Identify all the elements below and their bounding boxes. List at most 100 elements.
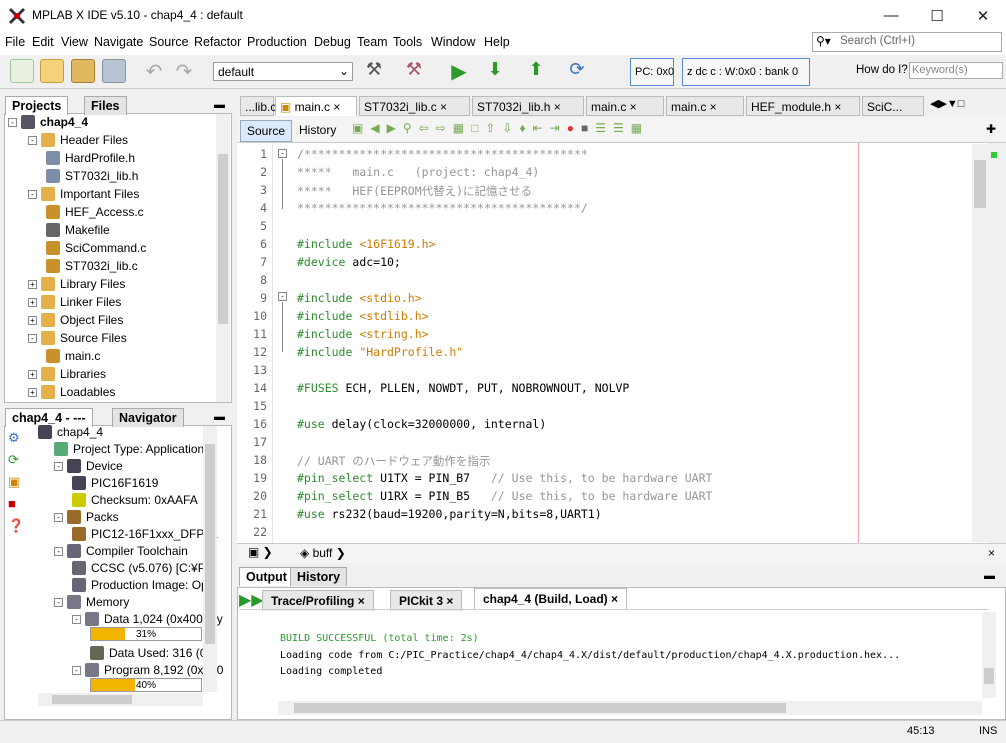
project-tree-item[interactable]: Makefile <box>46 221 110 239</box>
howdoi-input[interactable]: Keyword(s) <box>909 62 1003 79</box>
collapse-icon[interactable]: - <box>54 597 63 607</box>
fold-toggle-icon[interactable]: - <box>278 149 287 158</box>
selection-icon[interactable]: □ <box>471 121 478 139</box>
find-prev-icon[interactable]: ⇦ <box>419 121 429 139</box>
shift-left-icon[interactable]: ⇤ <box>533 121 543 139</box>
editor-tab[interactable]: ST7032i_lib.c × <box>359 96 470 116</box>
chip-info-icon[interactable]: ▣ <box>8 474 28 492</box>
back-icon[interactable]: ◀ <box>370 121 379 139</box>
undo-icon[interactable]: ↶ <box>142 59 166 83</box>
editor-tab[interactable]: SciC... <box>862 96 924 116</box>
project-tree-item[interactable]: ST7032i_lib.h <box>46 167 138 185</box>
project-tree-item[interactable]: ST7032i_lib.c <box>46 257 138 275</box>
program-device-icon[interactable]: ⬇ <box>483 59 507 83</box>
toggle-highlight-icon[interactable]: ▦ <box>453 121 464 139</box>
editor-tab[interactable]: ST7032i_lib.h × <box>472 96 584 116</box>
dashboard-item[interactable]: - Packs <box>54 508 119 526</box>
expand-icon[interactable]: - <box>28 333 37 343</box>
project-tree-item[interactable]: + Library Files <box>28 275 125 293</box>
dashboard-item[interactable]: Production Image: Opt <box>72 576 211 594</box>
menu-file[interactable]: File <box>5 35 25 49</box>
project-tree-item[interactable]: - Header Files <box>28 131 128 149</box>
forward-icon[interactable]: ▶ <box>387 121 396 139</box>
project-tree-item[interactable]: HEF_Access.c <box>46 203 144 221</box>
clean-build-icon[interactable]: ⚒ <box>402 59 426 83</box>
project-tree-item[interactable]: - Important Files <box>28 185 139 203</box>
project-tree-item[interactable]: + Linker Files <box>28 293 121 311</box>
menu-edit[interactable]: Edit <box>32 35 54 49</box>
project-tree-item[interactable]: + Object Files <box>28 311 123 329</box>
project-root[interactable]: - chap4_4 <box>8 113 88 131</box>
collapse-icon[interactable]: - <box>54 461 63 471</box>
editor-tab[interactable]: HEF_module.h × <box>746 96 860 116</box>
collapse-icon[interactable]: - <box>54 546 63 556</box>
expand-icon[interactable]: + <box>28 279 37 289</box>
stop-macro-icon[interactable]: ■ <box>581 121 588 139</box>
collapse-icon[interactable]: - <box>54 512 63 522</box>
save-all-icon[interactable] <box>102 59 126 83</box>
find-icon[interactable]: ⚲ <box>403 121 412 139</box>
menu-help[interactable]: Help <box>484 35 510 49</box>
dashboard-item[interactable]: PIC16F1619 <box>72 474 158 492</box>
collapse-icon[interactable]: - <box>8 117 17 127</box>
menu-debug[interactable]: Debug <box>314 35 351 49</box>
search-input[interactable]: ⚲▾ Search (Ctrl+I) <box>812 32 1002 52</box>
dashboard-item[interactable]: - Program 8,192 (0x200 <box>72 661 223 679</box>
close-button[interactable]: ✕ <box>960 0 1006 31</box>
tab-output-history[interactable]: History <box>290 567 348 586</box>
source-view-button[interactable]: Source <box>240 120 293 142</box>
dashboard-hscrollbar[interactable] <box>38 693 203 706</box>
dashboard-item[interactable]: - Device <box>54 457 123 475</box>
dashboard-item[interactable]: chap4_4 <box>38 423 103 441</box>
collapse-icon[interactable]: - <box>72 614 81 624</box>
history-view-button[interactable]: History <box>293 120 342 140</box>
dashboard-item[interactable]: - Compiler Toolchain <box>54 542 188 560</box>
menu-production[interactable]: Production <box>247 35 307 49</box>
toggle-bookmark-icon[interactable]: ♦ <box>519 121 525 139</box>
minimize-panel-icon[interactable]: ▬ <box>214 99 225 111</box>
dashboard-scrollbar[interactable] <box>203 426 217 692</box>
expand-icon[interactable]: + <box>28 369 37 379</box>
output-tab[interactable]: Trace/Profiling × <box>262 590 374 611</box>
tab-output[interactable]: Output <box>239 567 294 586</box>
refresh-icon[interactable]: ⟳ <box>8 452 28 470</box>
editor-tab[interactable]: main.c × <box>586 96 664 116</box>
project-tree-item[interactable]: HardProfile.h <box>46 149 135 167</box>
prev-bookmark-icon[interactable]: ⇧ <box>485 121 495 139</box>
dashboard-item[interactable]: Project Type: Application <box>54 440 204 458</box>
editor-tab[interactable]: ...lib.c <box>240 96 276 116</box>
tab-files[interactable]: Files <box>84 96 127 115</box>
collapse-icon[interactable]: - <box>72 665 81 675</box>
reset-icon[interactable]: ⟳ <box>565 59 589 83</box>
tab-navigator[interactable]: Navigator <box>112 408 184 427</box>
comment-icon[interactable]: ☰ <box>595 121 606 139</box>
diff-icon[interactable]: ▦ <box>631 121 642 139</box>
new-file-icon[interactable] <box>10 59 34 83</box>
dashboard-item[interactable]: - Data 1,024 (0x400) by <box>72 610 223 628</box>
configuration-select[interactable]: default ⌄ <box>213 62 353 81</box>
pdf-icon[interactable]: ■ <box>8 496 28 514</box>
minimize-panel-icon[interactable]: ▬ <box>984 570 995 582</box>
dashboard-item[interactable]: PIC12-16F1xxx_DFP (1 <box>72 525 218 543</box>
build-hammer-icon[interactable]: ⚒ <box>362 59 386 83</box>
maximize-button[interactable]: ☐ <box>914 0 960 31</box>
shift-right-icon[interactable]: ⇥ <box>550 121 560 139</box>
output-tab-active[interactable]: chap4_4 (Build, Load) × <box>474 588 628 609</box>
expand-icon[interactable]: - <box>28 135 37 145</box>
properties-icon[interactable]: ⚙ <box>8 430 28 448</box>
editor-tab[interactable]: main.c × <box>666 96 744 116</box>
fold-toggle-icon[interactable]: - <box>278 292 287 301</box>
menu-refactor[interactable]: Refactor <box>194 35 241 49</box>
rerun-icon[interactable]: ▶▶ <box>239 590 264 609</box>
menu-team[interactable]: Team <box>357 35 388 49</box>
find-next-icon[interactable]: ⇨ <box>436 121 446 139</box>
minimize-button[interactable]: — <box>868 0 914 31</box>
menu-view[interactable]: View <box>61 35 88 49</box>
help-icon[interactable]: ❓ <box>8 518 28 536</box>
dashboard-item[interactable]: Checksum: 0xAAFA <box>72 491 198 509</box>
record-macro-icon[interactable]: ● <box>567 121 574 139</box>
expand-icon[interactable]: - <box>28 189 37 199</box>
output-tab[interactable]: PICkit 3 × <box>390 590 463 611</box>
read-device-icon[interactable]: ⬆ <box>524 59 548 83</box>
run-icon[interactable]: ▶ <box>447 59 471 83</box>
